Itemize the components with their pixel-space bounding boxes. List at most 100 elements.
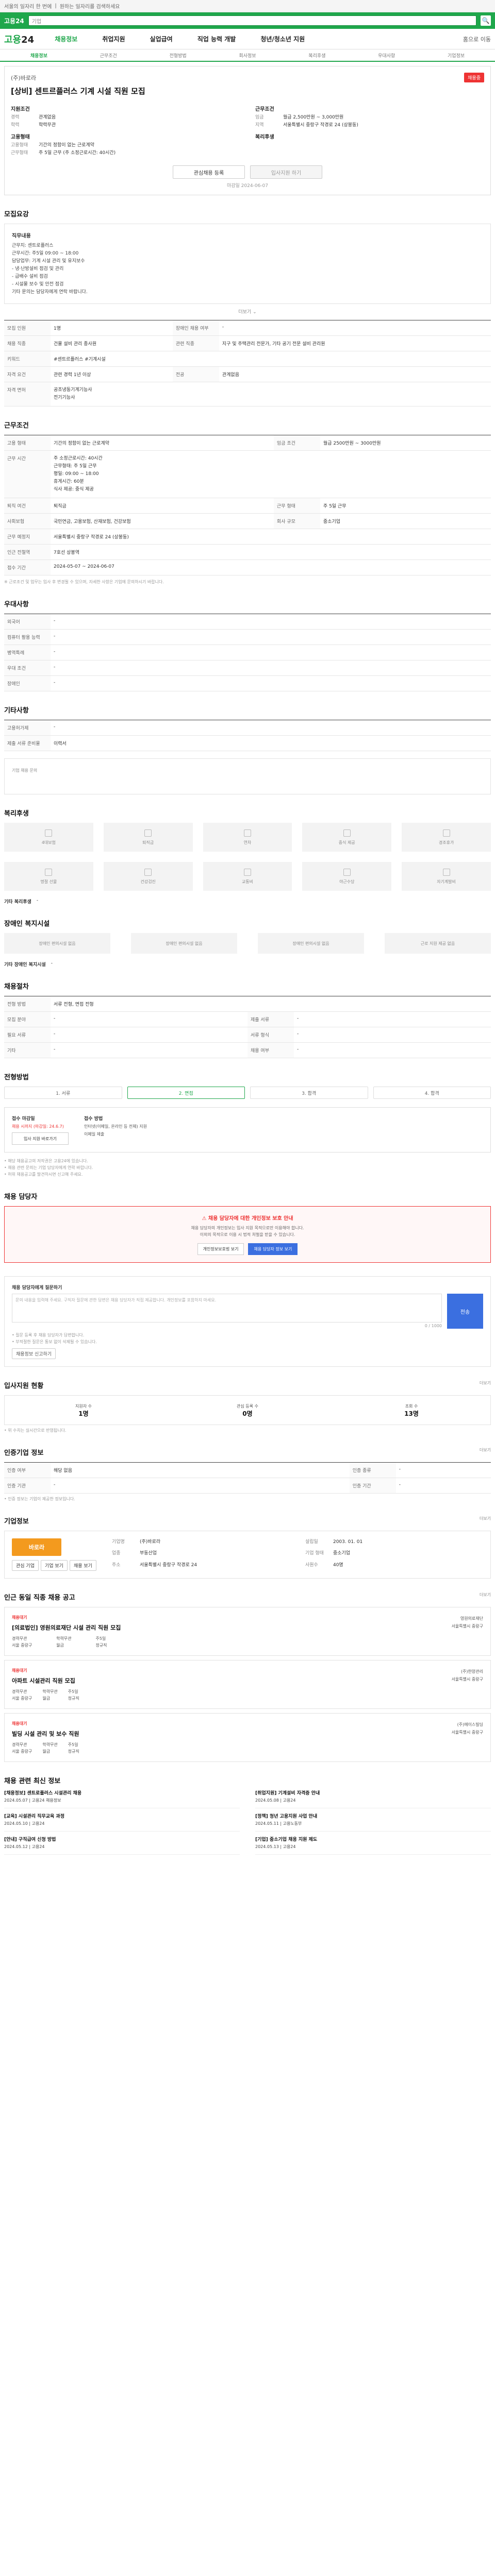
tab-preferences[interactable]: 우대사항 (352, 52, 421, 59)
row-key: 사회보험 (4, 513, 51, 529)
more-link[interactable]: 더보기 (480, 1516, 491, 1531)
welfare-section: 복리후생 4대보험 퇴직금 연차 중식 제공 경조휴가 명절 선물 건강검진 교… (4, 808, 491, 905)
apply-button[interactable]: 입사지원 하기 (250, 165, 322, 179)
section-title: 인증기업 정보 (4, 1449, 44, 1457)
welfare-icon (343, 868, 351, 876)
site-logo[interactable]: 고용24 (4, 16, 24, 25)
search-icon[interactable]: 🔍 (481, 15, 491, 26)
company-action-button[interactable]: 채용 보기 (69, 1560, 96, 1571)
table-row: 인증 기관 - 인증 기간 - (4, 1478, 491, 1494)
disabled-item: 장애인 편의시설 없음 (258, 933, 364, 954)
table-row: 자격 요건 관련 경력 1년 이상 전공 관계없음 (4, 366, 491, 382)
tab-conditions[interactable]: 근무조건 (74, 52, 143, 59)
news-item[interactable]: [채용정보] 센트로플러스 시설관리 채용 2024.05.07 | 고용24 채… (4, 1790, 240, 1808)
utility-link[interactable]: 서울의 일자리 한 번에 (4, 2, 52, 10)
tab-company[interactable]: 회사정보 (213, 52, 283, 59)
rec-title[interactable]: [의료법인] 영원의료재단 시설 관리 직원 모집 (12, 1623, 121, 1632)
list-item[interactable]: 채용대기 빌딩 시설 관리 및 보수 직원 경력무관 학력무관 주5일 서울 중랑구… (4, 1713, 491, 1762)
table-row: 모집 인원 1명 장애인 채용 여부 - (4, 320, 491, 336)
show-manager-button[interactable]: 채용 담당자 정보 보기 (248, 1243, 298, 1255)
row-value: 퇴직금 (51, 498, 274, 514)
news-item[interactable]: [안내] 구직급여 신청 방법 2024.05.12 | 고용24 (4, 1837, 240, 1855)
news-item[interactable]: [기업] 중소기업 채용 지원 제도 2024.05.13 | 고용24 (255, 1837, 491, 1855)
welfare-item: 야근수당 (302, 862, 392, 891)
row-key: 인증 종류 (349, 1462, 396, 1478)
rec-meta: 정규직 (68, 1749, 79, 1754)
search-input[interactable]: 기업 (28, 15, 476, 26)
table-row: 모집 분야 - 제출 서류 - (4, 1011, 491, 1027)
send-button[interactable]: 전송 (447, 1294, 483, 1329)
question-textarea[interactable]: 문의 내용을 입력해 주세요. 구직자 질문에 관한 답변은 채용 담당자가 직… (12, 1294, 442, 1323)
stat-item: 조회 수 13명 (340, 1403, 483, 1417)
tab-corp[interactable]: 기업정보 (421, 52, 491, 59)
company-key: 주소 (111, 1562, 121, 1568)
table-row: 인근 전철역 7호선 상봉역 (4, 544, 491, 560)
more-link[interactable]: 더보기 (480, 1447, 491, 1462)
news-date: 2024.05.08 | 고용24 (255, 1798, 296, 1803)
rec-title[interactable]: 아파트 시설관리 직원 모집 (12, 1676, 79, 1685)
table-row: 자격 면허 공조냉동기계기능사 전기기능사 (4, 382, 491, 406)
apply-deadline-value: 채용 시까지 (마감일: 24.6.7) (12, 1124, 64, 1129)
company-value: (주)바로라 (139, 1539, 161, 1545)
list-item[interactable]: 채용대기 아파트 시설관리 직원 모집 경력무관 학력무관 주5일 서울 중랑구 월급… (4, 1660, 491, 1709)
tab-method[interactable]: 전형방법 (143, 52, 213, 59)
company-name[interactable]: (주)바로라 (11, 74, 36, 82)
gnb-item-benefit[interactable]: 실업급여 (150, 35, 173, 43)
row-value: - (294, 1027, 491, 1043)
gnb-item-training[interactable]: 직업 능력 개발 (197, 35, 236, 43)
cert-table: 인증 여부 해당 없음 인증 종류 - 인증 기관 - 인증 기간 - (4, 1462, 491, 1494)
report-button[interactable]: 채용정보 신고하기 (12, 1348, 56, 1359)
welfare-icon (243, 829, 251, 837)
row-value: 중소기업 (320, 513, 491, 529)
summary-value: 학력무관 (39, 123, 56, 128)
rec-meta: 정규직 (95, 1643, 107, 1648)
news-title: [채용정보] 센트로플러스 시설관리 채용 (4, 1791, 82, 1796)
status-stats: 지원자 수 1명 관심 등록 수 0명 조회 수 13명 (4, 1395, 491, 1425)
news-item[interactable]: [취업지원] 기계설비 자격증 안내 2024.05.08 | 고용24 (255, 1790, 491, 1808)
row-value: - (294, 1011, 491, 1027)
gnb-item-youth[interactable]: 청년/청소년 지원 (260, 35, 305, 43)
news-title: [기업] 중소기업 채용 지원 제도 (255, 1837, 318, 1842)
row-value: - (51, 660, 491, 676)
row-value: - (51, 1478, 350, 1494)
company-key: 설립일 (305, 1539, 318, 1545)
company-action-button[interactable]: 관심 기업 (12, 1560, 39, 1571)
privacy-law-button[interactable]: 개인정보보호법 보기 (197, 1243, 244, 1255)
gnb-item-support[interactable]: 취업지원 (102, 35, 125, 43)
stat-label: 조회 수 (405, 1404, 418, 1409)
row-value: 주 소정근로시간: 40시간 근무형태: 주 5일 근무 평일: 09:00 ~… (51, 450, 491, 498)
table-row: 인증 여부 해당 없음 인증 종류 - (4, 1462, 491, 1478)
company-key: 사원수 (305, 1562, 318, 1568)
tab-jobinfo[interactable]: 채용정보 (4, 52, 74, 59)
brand-logo[interactable]: 고용24 (4, 32, 34, 46)
section-title: 우대사항 (4, 601, 29, 608)
summary-value: 기간의 정함이 없는 근로계약 (39, 143, 94, 148)
warning-title: ⚠ 채용 담당자에 대한 개인정보 보호 안내 (202, 1216, 293, 1222)
gnb-home-link[interactable]: 홈으로 이동 (463, 35, 491, 43)
apply-link-button[interactable]: 입사 지원 바로가기 (12, 1132, 69, 1145)
rec-title[interactable]: 빌딩 시설 관리 및 보수 직원 (12, 1730, 79, 1738)
section-title: 입사지원 현황 (4, 1382, 44, 1390)
company-action-button[interactable]: 기업 보기 (40, 1560, 68, 1571)
row-value: 서류 전형, 면접 전형 (51, 996, 491, 1012)
summary-value: 주 5일 근무 (주 소정근로시간: 40시간) (39, 150, 116, 156)
tab-welfare[interactable]: 복리후생 (282, 52, 352, 59)
list-item[interactable]: 채용대기 [의료법인] 영원의료재단 시설 관리 직원 모집 경력무관 학력무관 주… (4, 1607, 491, 1656)
more-link[interactable]: 더보기 (480, 1380, 491, 1395)
more-link[interactable]: 더보기 (480, 1592, 491, 1607)
search-bar: 고용24 기업 🔍 (0, 12, 495, 29)
etc-link-box: 기업 채용 문의 (4, 758, 491, 794)
gnb-item-jobs[interactable]: 채용정보 (55, 35, 77, 43)
bookmark-button[interactable]: 관심채용 등록 (173, 165, 245, 179)
utility-link[interactable]: 원하는 일자리를 검색하세요 (60, 2, 120, 10)
welfare-item: 교통비 (203, 862, 292, 891)
welfare-extra-label: 기타 복리후생 (4, 900, 31, 905)
news-item[interactable]: [교육] 시설관리 직무교육 과정 2024.05.10 | 고용24 (4, 1814, 240, 1832)
news-item[interactable]: [정책] 청년 고용지원 사업 안내 2024.05.11 | 고용노동부 (255, 1814, 491, 1832)
more-toggle[interactable]: 더보기 ⌄ (4, 308, 491, 315)
row-key: 근무 예정지 (4, 529, 51, 545)
section-title: 채용 담당자 (4, 1193, 38, 1201)
table-row: 근무 시간 주 소정근로시간: 40시간 근무형태: 주 5일 근무 평일: 09… (4, 450, 491, 498)
contact-link[interactable]: 기업 채용 문의 (12, 768, 37, 773)
company-key: 업종 (111, 1551, 121, 1556)
